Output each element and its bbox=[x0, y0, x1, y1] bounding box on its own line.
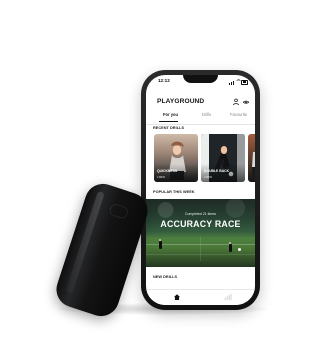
tab-favourites[interactable]: Favourite bbox=[230, 112, 247, 117]
tab-bar: For you Drills Favourite bbox=[146, 112, 255, 127]
profile-icon[interactable] bbox=[232, 98, 240, 106]
stats-icon[interactable] bbox=[224, 293, 232, 301]
player-figure bbox=[158, 239, 162, 249]
app-title: PLAYGROUND bbox=[157, 98, 205, 105]
section-title-new: NEW DRILLS bbox=[153, 275, 178, 279]
active-tab-indicator bbox=[159, 121, 178, 122]
recent-drill-card[interactable] bbox=[248, 134, 255, 182]
wearable-logo-mark bbox=[108, 202, 130, 220]
home-icon[interactable] bbox=[173, 293, 181, 301]
tab-divider bbox=[146, 124, 255, 125]
status-icons bbox=[229, 79, 248, 85]
drill-card-meta: 2 MINS bbox=[157, 175, 165, 179]
hero-title: ACCURACY RACE bbox=[160, 219, 241, 229]
wearable-pod bbox=[51, 179, 153, 321]
drill-card-title: DOUBLE BACK bbox=[204, 168, 230, 173]
bottom-navigation bbox=[146, 289, 255, 305]
section-title-popular: POPULAR THIS WEEK bbox=[153, 190, 195, 194]
phone-notch bbox=[183, 75, 218, 83]
drill-card-meta: 2 MINS bbox=[204, 175, 212, 179]
settings-icon[interactable] bbox=[242, 98, 250, 106]
recent-drills-row: QUICKNESS 2 MINS DOUBLE BACK 2 MINS bbox=[154, 134, 255, 182]
recent-drill-card[interactable]: QUICKNESS 2 MINS bbox=[154, 134, 198, 182]
field-line bbox=[200, 237, 201, 261]
signal-icon bbox=[232, 81, 234, 85]
ball-icon bbox=[238, 248, 241, 251]
phone-frame: 12:12 PLAYGROUND For you Drills Favourit… bbox=[141, 70, 260, 310]
drill-card-overlay bbox=[154, 164, 198, 182]
drill-card-overlay bbox=[201, 164, 245, 182]
product-scene: 12:12 PLAYGROUND For you Drills Favourit… bbox=[0, 0, 306, 345]
battery-icon bbox=[241, 79, 248, 85]
section-title-recent: RECENT DRILLS bbox=[153, 126, 185, 130]
featured-drill-card[interactable]: Completed 21 times ACCURACY RACE bbox=[146, 199, 255, 267]
player-figure bbox=[228, 242, 232, 252]
tab-drills[interactable]: Drills bbox=[202, 112, 211, 117]
hero-kicker: Completed 21 times bbox=[184, 212, 217, 216]
tab-for-you[interactable]: For you bbox=[163, 112, 178, 117]
status-time: 12:12 bbox=[158, 78, 170, 83]
phone-screen: 12:12 PLAYGROUND For you Drills Favourit… bbox=[146, 75, 255, 305]
drill-card-title: QUICKNESS bbox=[157, 168, 178, 173]
recent-drill-card[interactable]: DOUBLE BACK 2 MINS bbox=[201, 134, 245, 182]
